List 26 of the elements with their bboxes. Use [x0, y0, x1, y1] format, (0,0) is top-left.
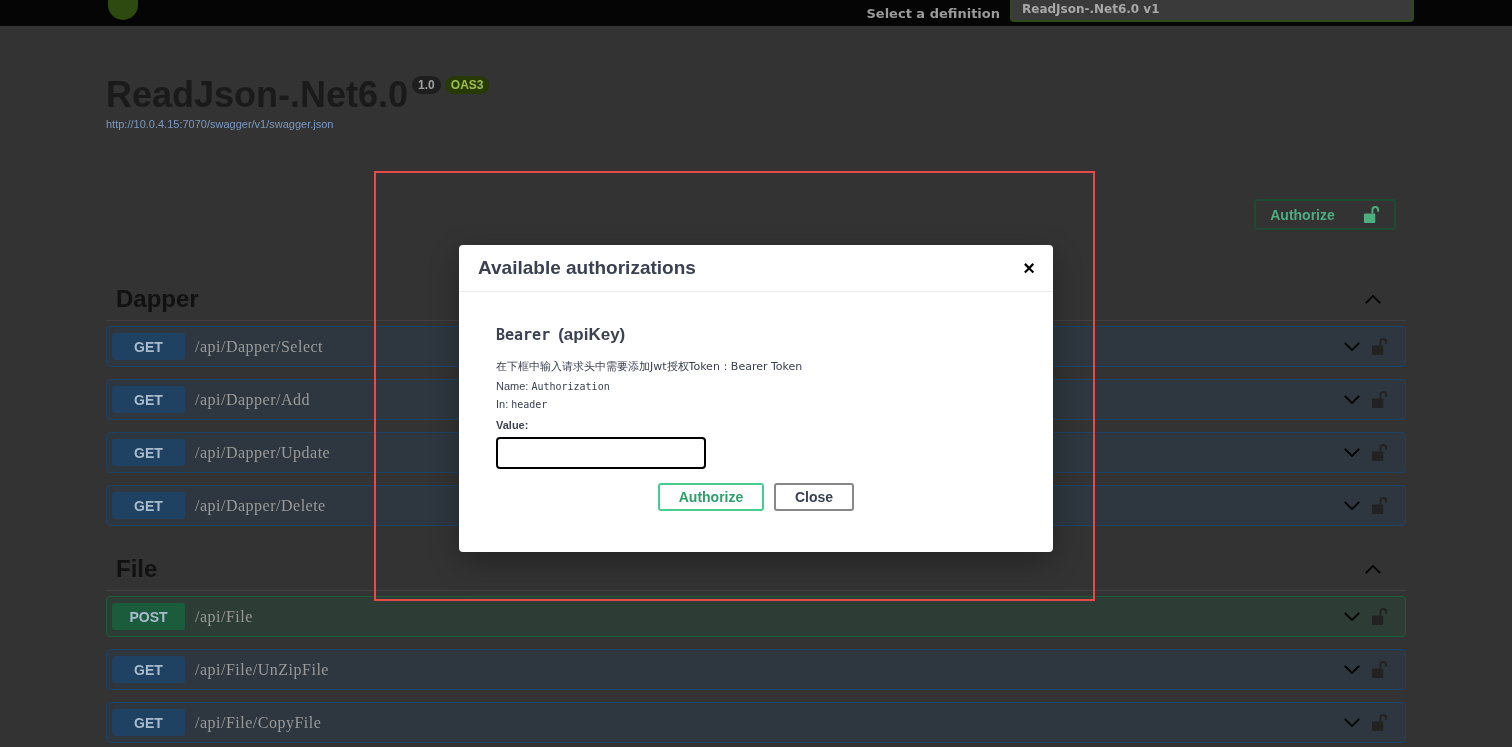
scheme-type: (apiKey)	[558, 325, 626, 345]
operation-path: /api/Dapper/Update	[195, 443, 331, 462]
field-value: Authorization	[531, 381, 610, 392]
operation-path: /api/Dapper/Add	[195, 390, 311, 409]
method-badge: GET	[112, 386, 185, 413]
method-badge: GET	[112, 492, 185, 519]
definition-label: Select a definition	[866, 5, 1000, 21]
operation-path: /api/Dapper/Delete	[195, 496, 326, 515]
version-badge: 1.0	[412, 76, 441, 94]
operation-path: /api/File	[195, 607, 253, 626]
field-value: header	[511, 399, 548, 410]
method-badge: GET	[112, 709, 185, 736]
method-badge: GET	[112, 439, 185, 466]
operation-path: /api/File/UnZipFile	[195, 660, 329, 679]
operation-path: /api/File/CopyFile	[195, 713, 322, 732]
dialog-title: Available authorizations	[478, 257, 696, 279]
value-label: Value:	[496, 419, 530, 431]
field-label: In:	[496, 398, 509, 410]
scheme-description: 在下框中输入请求头中需要添加Jwt授权Token：Bearer Token	[496, 359, 804, 374]
field-label: Name:	[496, 380, 529, 392]
method-badge: GET	[112, 333, 185, 360]
scheme-name: Bearer	[496, 326, 551, 344]
oas-badge: OAS3	[444, 76, 490, 94]
method-badge: POST	[112, 603, 185, 630]
operation-path: /api/Dapper/Select	[195, 337, 324, 356]
method-badge: GET	[112, 656, 185, 683]
